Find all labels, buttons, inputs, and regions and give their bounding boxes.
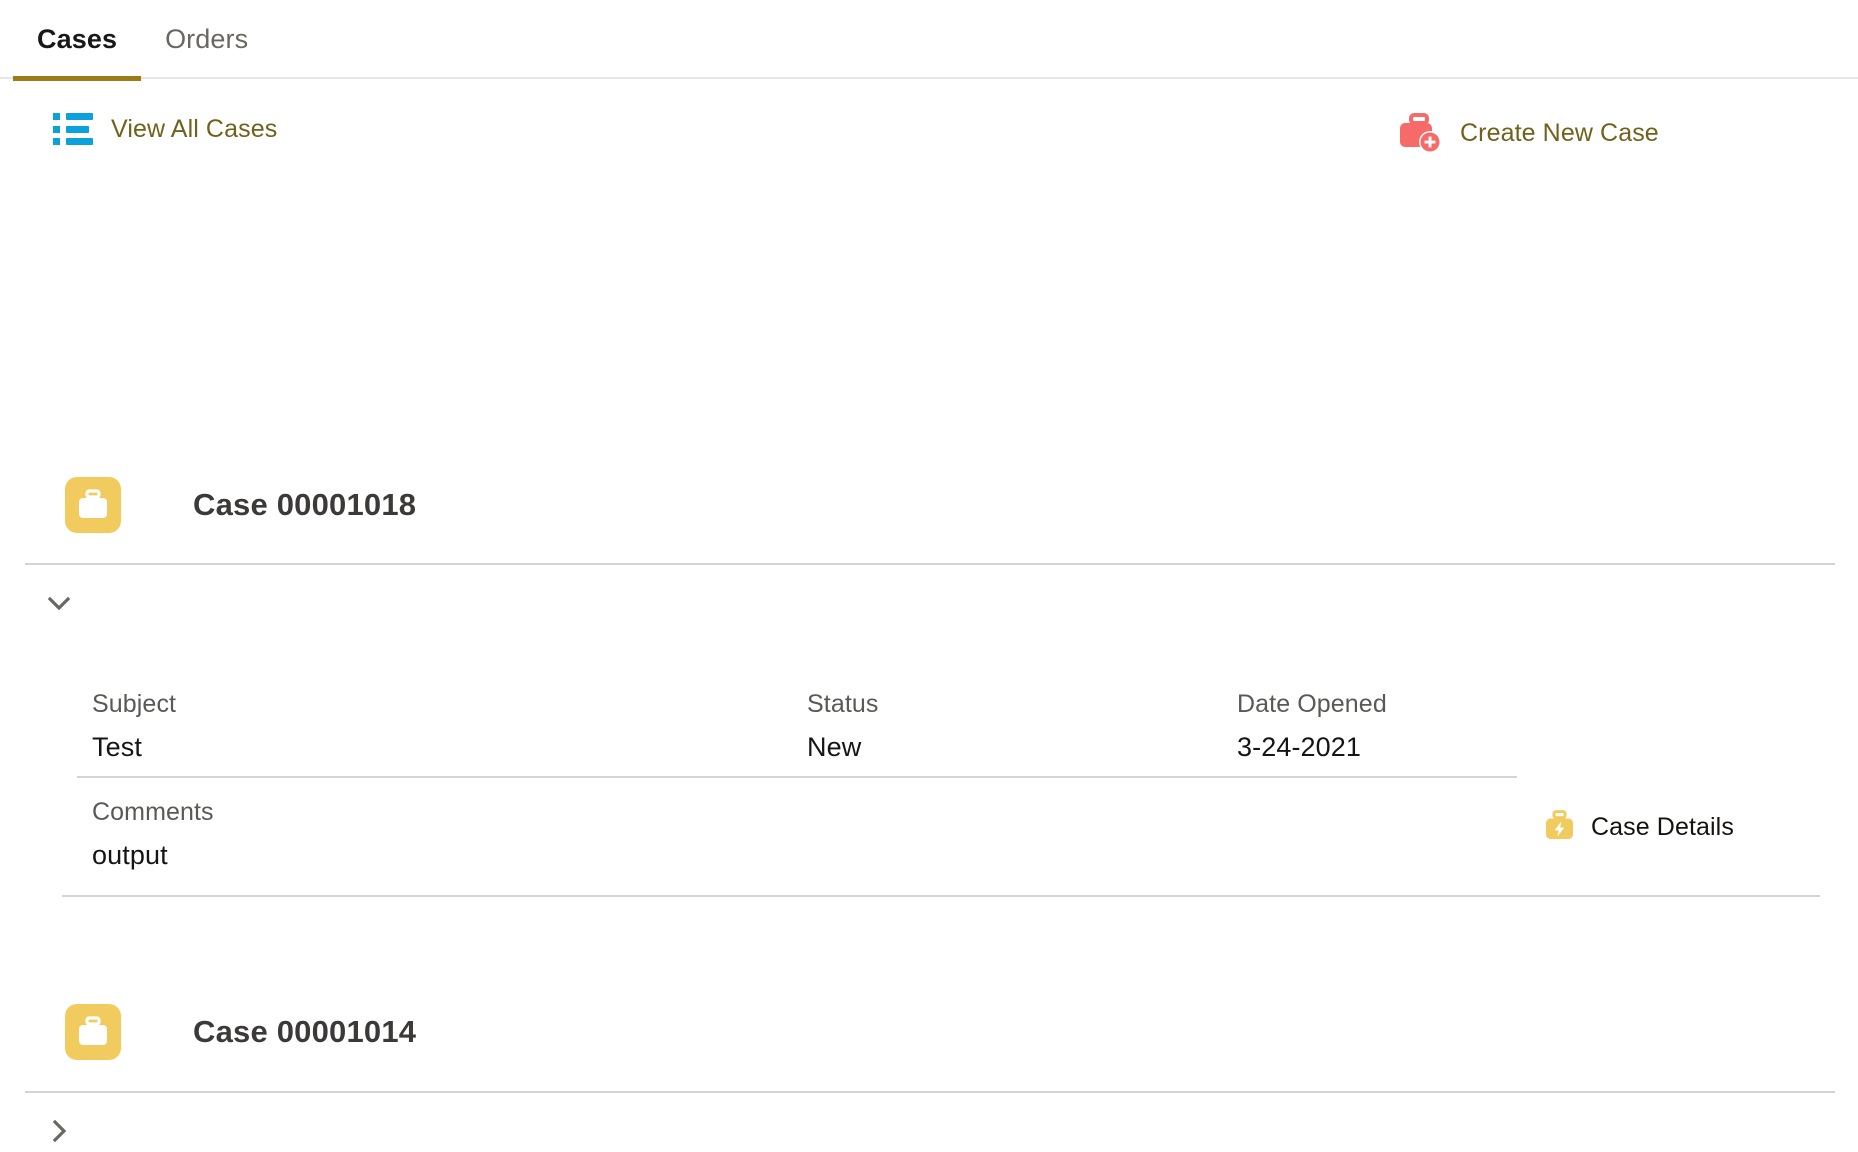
briefcase-plus-icon: [1398, 113, 1442, 153]
case-1-subject-value: Test: [92, 732, 142, 762]
case-details-label: Case Details: [1591, 812, 1734, 841]
case-1-field-date-opened: Date Opened 3-24-2021: [1237, 692, 1387, 761]
create-new-case-label: Create New Case: [1460, 118, 1659, 147]
case-1-fields-divider: [77, 776, 1517, 778]
case-2-toggle-chevron-right-icon[interactable]: [38, 1110, 80, 1152]
briefcase-bolt-icon: [1543, 810, 1577, 844]
tab-cases-label: Cases: [37, 24, 118, 54]
list-icon: [53, 113, 93, 145]
case-1-status-value: New: [807, 732, 862, 762]
case-1-date-opened-value: 3-24-2021: [1237, 732, 1361, 762]
action-row: View All Cases Create New Case: [0, 79, 1858, 184]
case-1-bottom-divider: [62, 895, 1820, 897]
case-1-field-status: Status New: [807, 692, 1237, 761]
case-2-title: Case 00001014: [193, 1014, 417, 1049]
tab-cases[interactable]: Cases: [13, 0, 142, 81]
tab-orders[interactable]: Orders: [141, 0, 272, 79]
tab-bar: Cases Orders: [0, 0, 1858, 81]
briefcase-icon: [65, 1004, 121, 1060]
case-1-subject-label: Subject: [92, 690, 177, 718]
case-2-header[interactable]: Case 00001014: [65, 1004, 416, 1060]
case-details-link[interactable]: Case Details: [1543, 810, 1734, 844]
case-1-toggle-chevron-down-icon[interactable]: [38, 582, 80, 624]
case-2-header-divider: [25, 1091, 1835, 1093]
view-all-cases-label: View All Cases: [111, 114, 278, 143]
case-1-date-opened-label: Date Opened: [1237, 690, 1387, 718]
view-all-cases-link[interactable]: View All Cases: [53, 113, 277, 145]
case-1-field-comments: Comments output: [92, 800, 214, 869]
case-1-status-label: Status: [807, 690, 879, 718]
create-new-case-link[interactable]: Create New Case: [1398, 113, 1659, 153]
case-1-fields: Subject Test Status New Date Opened 3-24…: [92, 692, 1387, 761]
case-1-header-divider: [25, 563, 1835, 565]
case-1-comments-value: output: [92, 840, 168, 870]
tab-orders-label: Orders: [165, 24, 249, 54]
case-1-comments-label: Comments: [92, 798, 214, 826]
briefcase-icon: [65, 477, 121, 533]
case-1-field-subject: Subject Test: [92, 692, 807, 761]
case-1-header[interactable]: Case 00001018: [65, 477, 416, 533]
case-1-title: Case 00001018: [193, 487, 417, 522]
